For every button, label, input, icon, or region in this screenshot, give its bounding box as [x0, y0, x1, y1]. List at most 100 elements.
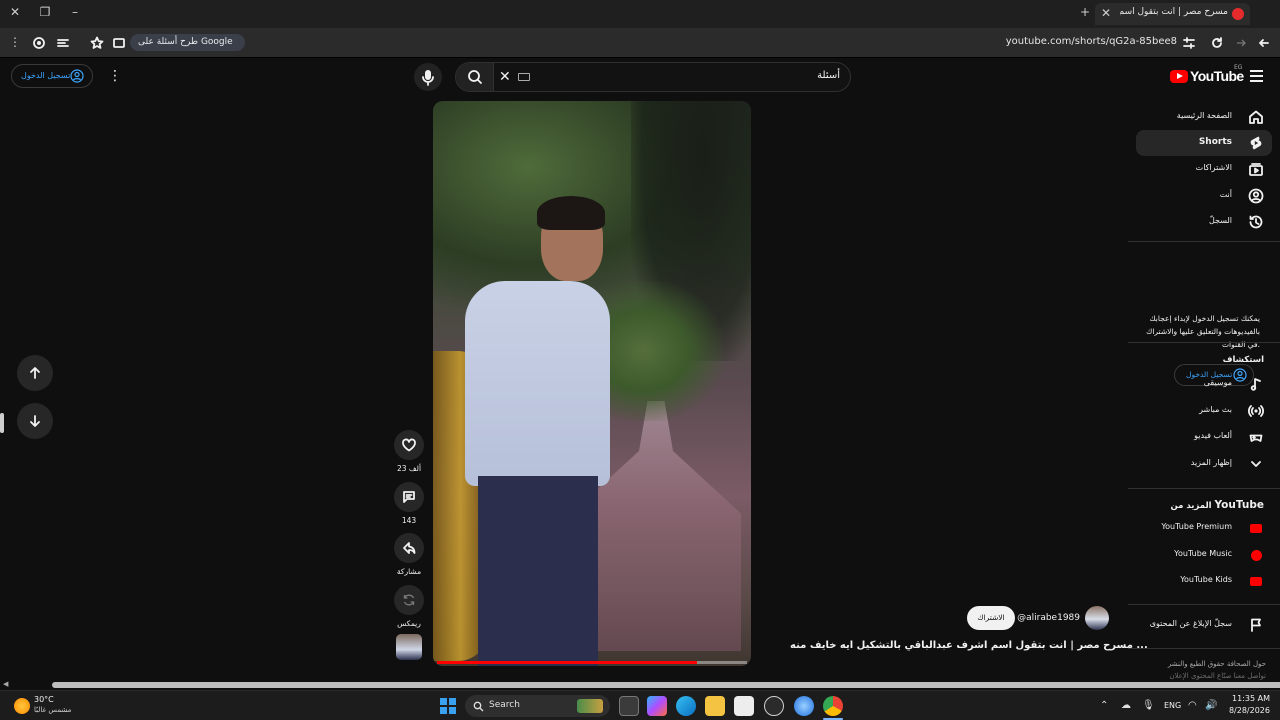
bookmark-star-icon[interactable] [90, 36, 104, 50]
short-title[interactable]: مسرح مصر | انت بتقول اسم اشرف عبدالباقي … [790, 640, 1148, 651]
restore-window-icon[interactable]: ❐ [36, 5, 54, 19]
input-language[interactable]: ENG [1164, 701, 1181, 710]
customize-icon[interactable] [56, 36, 70, 50]
more-heading-brand: YouTube [1214, 499, 1264, 511]
hamburger-menu-icon[interactable] [1250, 70, 1263, 85]
subscriptions-icon [1249, 163, 1263, 176]
browser-tab-strip: ✕ ❐ – + مسرح مصر | انت بتقول اسم اشرف ✕ [0, 0, 1280, 28]
sidebar-item-music[interactable]: موسيقى [1136, 371, 1272, 397]
music-icon [1250, 378, 1261, 391]
clock-date[interactable]: 8/28/2026 [1218, 706, 1270, 715]
voice-search-button[interactable] [414, 63, 442, 91]
microsoft-store-icon[interactable] [734, 696, 754, 716]
windows-start-icon[interactable] [440, 698, 456, 714]
weather-temperature[interactable]: 30°C [34, 695, 54, 704]
sidebar-item-label: السجلّ [1208, 216, 1232, 225]
task-view-icon[interactable] [619, 696, 639, 716]
browser-tab[interactable]: مسرح مصر | انت بتقول اسم اشرف ✕ [1095, 3, 1250, 25]
volume-icon[interactable]: 🔊 [1205, 700, 1217, 711]
reload-icon[interactable] [1210, 36, 1224, 50]
close-window-icon[interactable]: ✕ [6, 5, 24, 19]
file-explorer-icon[interactable] [705, 696, 725, 716]
like-action[interactable]: 23 ألف [394, 430, 424, 473]
reading-mode-icon[interactable] [32, 36, 46, 50]
tune-icon[interactable] [1182, 36, 1196, 50]
video-progress-fill[interactable] [437, 661, 697, 664]
sidebar-item-youtube-music[interactable]: YouTube Music [1136, 543, 1272, 569]
search-button[interactable] [456, 63, 494, 91]
sidebar-item-live[interactable]: بث مباشر [1136, 398, 1272, 424]
weather-description[interactable]: مشمس غالبًا [34, 706, 71, 714]
search-box[interactable]: ✕ أسئلة [455, 62, 851, 92]
previous-short-button[interactable] [17, 355, 53, 391]
youtube-logo[interactable]: YouTube EG [1170, 64, 1245, 88]
sidebar-item-youtube-kids[interactable]: YouTube Kids [1136, 569, 1272, 595]
sidebar-report-history[interactable]: سجلّ الإبلاغ عن المحتوى [1136, 612, 1272, 638]
back-icon[interactable] [1257, 36, 1271, 50]
sidebar-show-more[interactable]: إظهار المزيد [1136, 451, 1272, 477]
network-icon[interactable]: ☁ [1121, 700, 1131, 711]
comment-action[interactable]: 143 [394, 482, 424, 525]
horizontal-scrollbar[interactable]: ◀ [0, 680, 1280, 690]
scrollbar-thumb[interactable] [52, 682, 1280, 688]
app-icon[interactable] [794, 696, 814, 716]
more-menu-icon[interactable]: ⋮ [6, 35, 24, 49]
share-action[interactable]: مشاركة [394, 533, 424, 576]
share-icon [403, 542, 416, 554]
comment-count: 143 [401, 516, 417, 525]
search-highlight-icon [577, 699, 603, 713]
remix-icon [403, 594, 415, 606]
search-icon [473, 701, 484, 712]
google-ask-chip[interactable]: طرح أسئلة على Google [130, 34, 245, 51]
video-progress-remaining[interactable] [697, 661, 747, 664]
edge-browser-icon[interactable] [676, 696, 696, 716]
remix-action[interactable]: ريمكس [394, 585, 424, 628]
sidebar-item-label: موسيقى [1203, 378, 1232, 387]
sidebar-item-you[interactable]: أنت [1136, 183, 1272, 209]
new-tab-icon[interactable]: + [1076, 5, 1094, 19]
chrome-browser-icon[interactable] [823, 696, 843, 716]
sidebar-item-history[interactable]: السجلّ [1136, 209, 1272, 235]
sidebar-item-home[interactable]: الصفحة الرئيسية [1136, 104, 1272, 130]
url-field[interactable]: youtube.com/shorts/qG2a-85bee8 [940, 36, 1177, 47]
settings-kebab-icon[interactable]: ⋮ [108, 68, 122, 84]
clock-time[interactable]: 11:35 AM [1228, 694, 1270, 703]
forward-icon[interactable] [1234, 36, 1248, 50]
subscribe-button[interactable]: الاشتراك [967, 606, 1015, 630]
taskbar-search[interactable]: Search [465, 695, 610, 717]
minimize-window-icon[interactable]: – [66, 5, 84, 19]
gaming-icon [1249, 434, 1263, 442]
sidebar-item-shorts[interactable]: Shorts [1136, 130, 1272, 156]
sidebar-item-label: ألعاب فيديو [1194, 431, 1232, 440]
scroll-left-icon[interactable]: ◀ [3, 680, 8, 688]
show-hidden-icons-chevron-icon[interactable]: ⌃ [1100, 700, 1108, 711]
sidebar-item-gaming[interactable]: ألعاب فيديو [1136, 424, 1272, 450]
sidebar-item-youtube-premium[interactable]: YouTube Premium [1136, 516, 1272, 542]
signin-button[interactable]: تسجيل الدخول [11, 64, 93, 88]
sidebar-item-label: الاشتراكات [1195, 163, 1232, 172]
footer-links-1[interactable]: حول الصحافة حقوق الطبع والنشر [1136, 658, 1266, 670]
clear-search-icon[interactable]: ✕ [499, 69, 511, 85]
settings-gear-icon[interactable] [764, 696, 784, 716]
windows-taskbar: 30°C مشمس غالبًا Search ⌃ ☁ 🎙 ENG ◠ 🔊 11… [0, 690, 1280, 720]
weather-sun-icon[interactable] [14, 698, 30, 714]
microphone-tray-icon[interactable]: 🎙 [1142, 700, 1155, 711]
next-short-button[interactable] [17, 403, 53, 439]
chevron-down-icon [1251, 461, 1261, 467]
sidebar-item-label: أنت [1219, 190, 1232, 199]
sidebar-item-subscriptions[interactable]: الاشتراكات [1136, 156, 1272, 182]
signin-prompt-text: يمكنك تسجيل الدخول لإبداء إعجابك بالفيدي… [1146, 314, 1260, 349]
close-tab-icon[interactable]: ✕ [1101, 6, 1111, 20]
copilot-icon[interactable] [647, 696, 667, 716]
keyboard-icon[interactable] [518, 73, 530, 81]
youtube-favicon-icon [1232, 8, 1244, 20]
short-video-player[interactable] [433, 101, 751, 666]
search-input[interactable]: أسئلة [817, 70, 840, 81]
wifi-icon[interactable]: ◠ [1188, 700, 1197, 711]
side-scroll-handle[interactable] [0, 413, 4, 433]
channel-avatar[interactable] [1085, 606, 1109, 630]
channel-thumbnail-avatar[interactable] [396, 634, 422, 660]
youtube-page: تسجيل الدخول ⋮ ✕ أسئلة YouTube EG 23 ألف… [0, 58, 1280, 690]
page-info-icon[interactable] [112, 36, 126, 50]
microphone-icon [422, 70, 434, 86]
